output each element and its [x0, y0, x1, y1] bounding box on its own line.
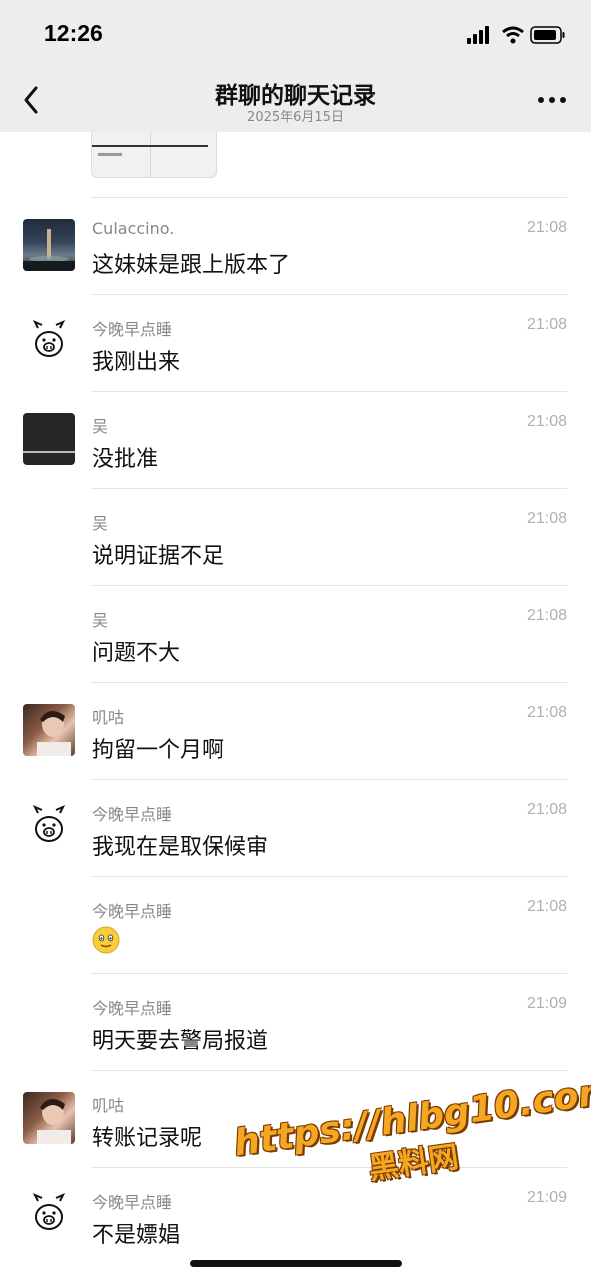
sender-name: 吴 [92, 514, 109, 533]
message-time: 21:09 [526, 995, 567, 1012]
sender-name: 叽咕 [92, 1096, 125, 1115]
page-date: 2025年6月15日 [247, 110, 344, 125]
message-divider [91, 391, 567, 392]
message-time: 21:08 [526, 510, 567, 527]
wifi-icon [502, 26, 524, 44]
message-divider [91, 1167, 567, 1168]
nav-bar: 群聊的聊天记录 2025年6月15日 [0, 66, 591, 132]
message-divider [91, 682, 567, 683]
message-item[interactable]: 吴 21:08 说明证据不足 [0, 488, 591, 585]
message-time: 21:08 [526, 219, 567, 236]
page-title: 群聊的聊天记录 [215, 83, 376, 109]
message-time: 21:08 [526, 898, 567, 915]
avatar[interactable] [23, 316, 75, 368]
chat-record-list[interactable]: Culaccino. 21:08 这妹妹是跟上版本了今晚早点睡 21:08 我刚出来吴 2… [0, 132, 591, 1280]
sender-name: 今晚早点睡 [92, 1193, 173, 1212]
message-time: 21:08 [526, 704, 567, 721]
status-time: 12:26 [44, 20, 103, 46]
message-divider [91, 973, 567, 974]
message-text: 说明证据不足 [92, 544, 225, 569]
message-divider [91, 488, 567, 489]
message-text: 问题不大 [92, 641, 181, 666]
smile-emoji [92, 926, 120, 954]
message-item[interactable]: 吴 21:08 问题不大 [0, 585, 591, 682]
message-time: 21:08 [526, 607, 567, 624]
message-item[interactable]: 今晚早点睡 21:08 [0, 876, 591, 973]
avatar[interactable] [23, 1092, 75, 1144]
tower-photo-icon [23, 229, 75, 271]
battery-icon [530, 26, 565, 44]
sender-name: 今晚早点睡 [92, 902, 173, 921]
message-item[interactable]: 今晚早点睡 21:08 我现在是取保候审 [0, 779, 591, 876]
sender-name: 叽咕 [92, 708, 125, 727]
message-list: Culaccino. 21:08 这妹妹是跟上版本了今晚早点睡 21:08 我刚出来吴 2… [0, 197, 591, 1264]
sender-name: Culaccino. [92, 219, 175, 238]
message-time: 21:08 [526, 316, 567, 333]
message-item[interactable]: 今晚早点睡 21:08 我刚出来 [0, 294, 591, 391]
message-text: 没批准 [92, 447, 159, 472]
message-text: 拘留一个月啊 [92, 738, 225, 763]
sender-name: 今晚早点睡 [92, 805, 173, 824]
message-time: 21:08 [526, 413, 567, 430]
message-item[interactable]: 今晚早点睡 21:09 不是嫖娼 [0, 1167, 591, 1264]
more-dots-icon [538, 97, 566, 103]
sender-name: 吴 [92, 611, 109, 630]
pig-face-icon [32, 320, 66, 357]
sender-name: 吴 [92, 417, 109, 436]
person-photo-icon [37, 1098, 71, 1144]
avatar[interactable] [23, 1189, 75, 1241]
message-item[interactable]: 叽咕 转账记录呢 [0, 1070, 591, 1167]
avatar[interactable] [23, 413, 75, 465]
avatar[interactable] [23, 704, 75, 756]
message-item[interactable]: 叽咕 21:08 拘留一个月啊 [0, 682, 591, 779]
message-divider [91, 876, 567, 877]
pig-face-icon [32, 1193, 66, 1230]
person-photo-icon [37, 710, 71, 756]
message-divider [91, 294, 567, 295]
message-divider [91, 585, 567, 586]
sender-name: 今晚早点睡 [92, 999, 173, 1018]
message-text: 转账记录呢 [92, 1126, 203, 1151]
sender-name: 今晚早点睡 [92, 320, 173, 339]
message-text: 我现在是取保候审 [92, 835, 269, 860]
status-bar: 12:26 [0, 0, 591, 66]
dark-photo-icon [23, 451, 75, 453]
pig-face-icon [32, 805, 66, 842]
message-text: 这妹妹是跟上版本了 [92, 253, 291, 278]
message-item[interactable]: 今晚早点睡 21:09 明天要去警局报道 [0, 973, 591, 1070]
message-time: 21:09 [526, 1189, 567, 1206]
message-item[interactable]: Culaccino. 21:08 这妹妹是跟上版本了 [0, 197, 591, 294]
home-indicator [190, 1260, 402, 1267]
message-text: 不是嫖娼 [92, 1223, 181, 1248]
message-item[interactable]: 吴 21:08 没批准 [0, 391, 591, 488]
signal-icon [467, 26, 489, 44]
message-text: 我刚出来 [92, 350, 181, 375]
image-message-thumbnail[interactable] [91, 132, 217, 178]
more-button[interactable] [537, 88, 567, 112]
message-divider [91, 1070, 567, 1071]
message-divider [91, 197, 567, 198]
avatar[interactable] [23, 801, 75, 853]
message-time: 21:08 [526, 801, 567, 818]
avatar[interactable] [23, 219, 75, 271]
message-text: 明天要去警局报道 [92, 1029, 269, 1054]
message-divider [91, 779, 567, 780]
status-icons [467, 26, 565, 44]
